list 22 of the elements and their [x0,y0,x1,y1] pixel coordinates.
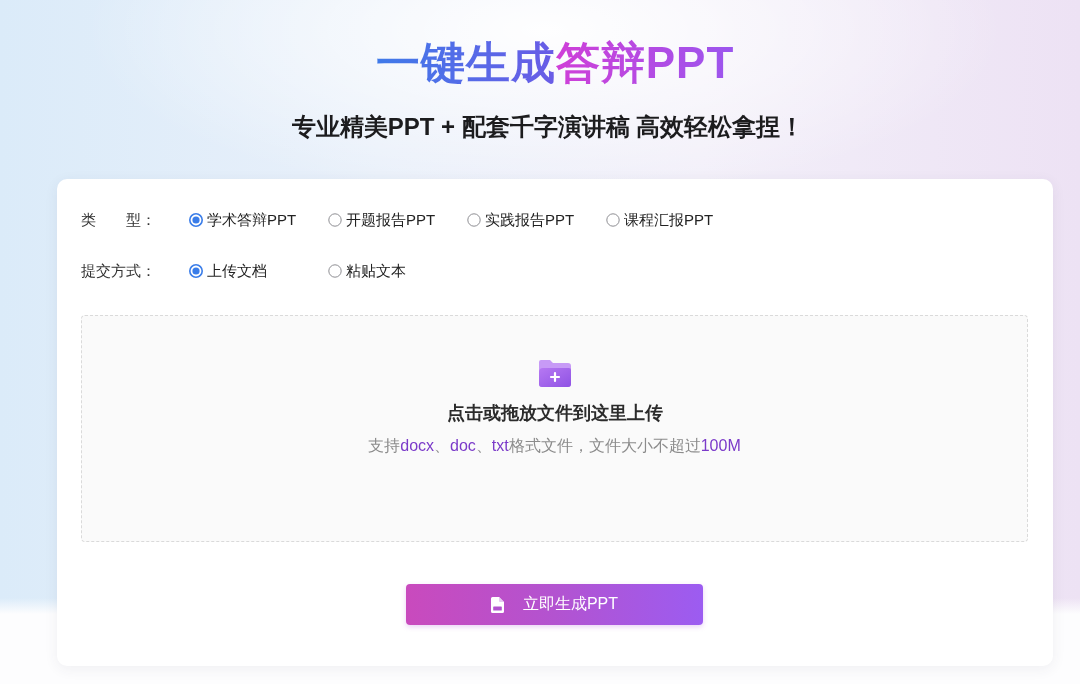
radio-button[interactable] [189,213,203,227]
page-subtitle: 专业精美PPT + 配套千字演讲稿 高效轻松拿捏！ [291,112,805,142]
field-label: 提交方式： [81,261,156,281]
radio-option[interactable]: 粘贴文本 [328,261,406,281]
radio-option[interactable]: 课程汇报PPT [606,210,714,230]
generate-button[interactable]: 立即生成PPT [406,584,703,625]
folder-plus-icon [538,360,571,387]
page-title: 一键生成答辩PPT [375,37,735,89]
upload-hint: 支持docx、doc、txt格式文件，文件大小不超过100M [368,436,741,456]
radio-button[interactable] [467,213,481,227]
radio-option[interactable]: 实践报告PPT [467,210,575,230]
radio-button[interactable] [328,264,342,278]
upload-dropzone[interactable]: 点击或拖放文件到这里上传 支持docx、doc、txt格式文件，文件大小不超过100M [81,315,1028,542]
document-icon [490,596,504,613]
field-label: 类 型： [81,210,156,230]
radio-button[interactable] [328,213,342,227]
radio-button[interactable] [606,213,620,227]
radio-option[interactable]: 上传文档 [189,261,267,281]
radio-option[interactable]: 开题报告PPT [328,210,436,230]
radio-button[interactable] [189,264,203,278]
upload-title: 点击或拖放文件到这里上传 [446,402,663,425]
radio-option[interactable]: 学术答辩PPT [189,210,297,230]
